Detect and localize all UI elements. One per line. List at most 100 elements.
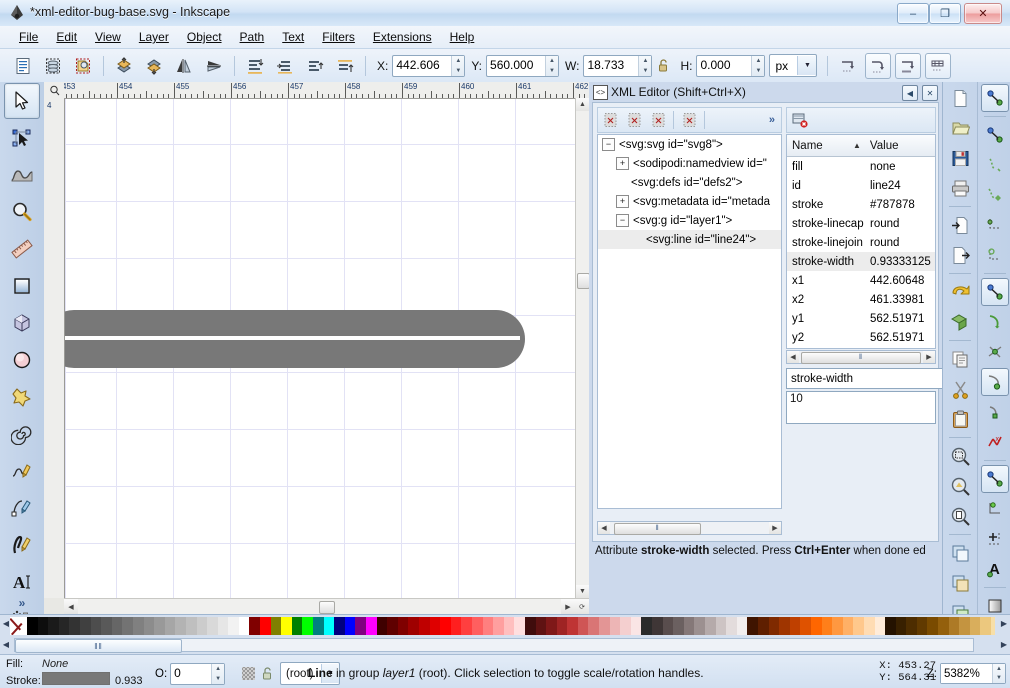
palette-swatch[interactable] [207, 617, 218, 635]
palette-swatch[interactable] [429, 617, 441, 635]
menu-text[interactable]: Text [273, 27, 313, 47]
w-input[interactable] [584, 55, 639, 74]
palette-swatch[interactable] [694, 617, 705, 635]
palette-swatch[interactable] [302, 617, 314, 635]
snap-bbox-edge-midpoint-icon[interactable] [981, 211, 1009, 239]
menu-filters[interactable]: Filters [313, 27, 364, 47]
palette-swatch[interactable] [577, 617, 589, 635]
palette-swatch[interactable] [482, 617, 494, 635]
attribute-row[interactable]: x1 442.60648 [787, 271, 935, 290]
palette-swatch[interactable] [493, 617, 504, 635]
duplicate-node-icon[interactable] [648, 109, 670, 131]
y-stepper[interactable]: ▲ ▼ [545, 55, 559, 76]
attribute-value-textarea[interactable]: 10 [786, 391, 936, 424]
palette-swatch[interactable] [916, 617, 928, 635]
palette-swatch[interactable] [567, 617, 578, 635]
palette-swatch[interactable] [662, 617, 674, 635]
measure-tool[interactable] [4, 231, 40, 267]
tree-expander-namedview[interactable]: + [616, 157, 629, 170]
snap-bbox-corner-icon[interactable] [981, 181, 1009, 209]
tree-scroll-right-icon[interactable]: ▶ [769, 522, 781, 534]
w-stepper[interactable]: ▲ ▼ [638, 55, 652, 76]
rectangle-tool[interactable] [4, 268, 40, 304]
snap-page-border-icon[interactable] [981, 525, 1009, 553]
attr-col-value[interactable]: Value [861, 140, 899, 152]
delete-node-icon[interactable] [679, 109, 701, 131]
pencil-tool[interactable] [4, 453, 40, 489]
text-tool[interactable]: A [4, 564, 40, 600]
snap-smooth-node-icon[interactable] [981, 398, 1009, 426]
zoom-spinbox[interactable]: ▲▼ [940, 663, 1006, 684]
color-palette[interactable] [10, 617, 995, 635]
xml-tree-horizontal-scrollbar[interactable]: ◀ ⦀ ▶ [597, 521, 782, 535]
palette-swatch[interactable] [418, 617, 430, 635]
palette-swatch[interactable] [599, 617, 610, 635]
palette-swatch[interactable] [757, 617, 769, 635]
attribute-row[interactable]: stroke-linejoin round [787, 233, 935, 252]
node-tool[interactable] [4, 120, 40, 156]
outdent-node-icon[interactable] [301, 52, 329, 80]
raise-to-top-icon[interactable] [110, 52, 138, 80]
palette-swatch[interactable] [408, 617, 419, 635]
palette-swatch[interactable] [37, 617, 49, 635]
palette-swatch[interactable] [58, 617, 70, 635]
palette-swatch[interactable] [376, 617, 388, 635]
zoom-stepper[interactable]: ▲ ▼ [992, 664, 1005, 683]
copy-icon[interactable] [946, 345, 974, 373]
opacity-spinbox[interactable]: ▲▼ [170, 663, 226, 685]
palette-swatch[interactable] [747, 617, 758, 635]
palette-swatch[interactable] [503, 617, 515, 635]
menu-object[interactable]: Object [178, 27, 231, 47]
palette-scroll-left-icon[interactable]: ◀ [2, 619, 10, 628]
snap-nodes-paths-icon[interactable] [981, 278, 1009, 306]
affect-rounded-corners-icon[interactable] [865, 52, 892, 79]
import-icon[interactable] [946, 211, 974, 239]
palette-swatch[interactable] [249, 617, 261, 635]
snap-path-intersection-icon[interactable] [981, 338, 1009, 366]
print-icon[interactable] [946, 174, 974, 202]
export-icon[interactable] [946, 241, 974, 269]
palette-swatch[interactable] [175, 617, 186, 635]
snap-cusp-node-icon[interactable] [981, 368, 1009, 396]
tree-node-namedview[interactable]: + <sodipodi:namedview id=" [598, 154, 781, 173]
unit-select[interactable]: px ▼ [769, 54, 818, 77]
fill-indicator[interactable]: Fill: None [6, 658, 68, 670]
new-text-node-icon[interactable] [624, 109, 646, 131]
flip-vertical-icon[interactable] [200, 52, 228, 80]
menu-path[interactable]: Path [231, 27, 274, 47]
snap-text-baseline-icon[interactable]: A [981, 555, 1009, 583]
opacity-control[interactable]: O: ▲▼ [155, 663, 226, 685]
palette-swatch[interactable] [895, 617, 907, 635]
save-file-icon[interactable] [946, 144, 974, 172]
palette-swatch[interactable] [143, 617, 155, 635]
enable-snapping-icon[interactable] [981, 84, 1009, 112]
ellipse-tool[interactable] [4, 342, 40, 378]
h-stepper[interactable]: ▲ ▼ [751, 55, 765, 76]
menu-layer[interactable]: Layer [130, 27, 178, 47]
canvas-hscroll-thumb[interactable] [319, 601, 335, 614]
palette-swatch[interactable] [641, 617, 653, 635]
palette-swatch[interactable] [238, 617, 250, 635]
palette-swatch[interactable] [196, 617, 208, 635]
xml-tree[interactable]: − <svg:svg id="svg8"> + <sodipodi:namedv… [597, 134, 782, 509]
snap-midpoint-icon[interactable]: x [981, 428, 1009, 456]
palette-swatch[interactable] [969, 617, 981, 635]
maximize-button[interactable]: ❐ [929, 3, 961, 24]
palette-swatch[interactable] [366, 617, 377, 635]
palette-swatch[interactable] [832, 617, 843, 635]
palette-swatch[interactable] [705, 617, 716, 635]
palette-swatch[interactable] [132, 617, 144, 635]
palette-swatch[interactable] [588, 617, 600, 635]
palette-swatch[interactable] [556, 617, 568, 635]
palette-swatch[interactable] [313, 617, 324, 635]
opacity-stepper[interactable]: ▲ ▼ [211, 664, 225, 684]
palette-swatch[interactable] [48, 617, 59, 635]
palette-swatch[interactable] [461, 617, 472, 635]
attribute-row[interactable]: y1 562.51971 [787, 309, 935, 328]
star-tool[interactable] [4, 379, 40, 415]
tree-node-layer1[interactable]: − <svg:g id="layer1"> [598, 211, 781, 230]
canvas-horizontal-scrollbar[interactable]: ◀ ▶ ⟳ [64, 598, 589, 614]
menu-help[interactable]: Help [441, 27, 484, 47]
tree-hscroll-thumb[interactable]: ⦀ [614, 523, 701, 535]
zoom-tool[interactable] [4, 194, 40, 230]
